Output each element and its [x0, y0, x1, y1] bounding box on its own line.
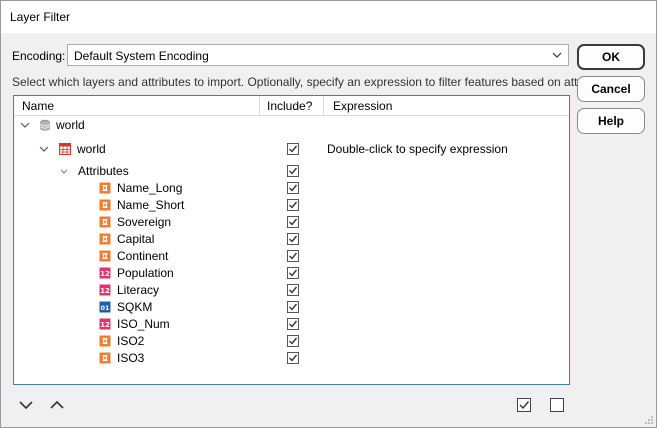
column-header-name[interactable]: Name — [14, 96, 260, 115]
string-field-icon — [99, 199, 111, 211]
ok-button[interactable]: OK — [577, 44, 645, 70]
attribute-row[interactable]: 12 ISO_Num — [14, 316, 569, 333]
include-checkbox[interactable] — [287, 284, 299, 296]
svg-text:12: 12 — [100, 321, 110, 329]
attribute-label: Continent — [117, 249, 169, 263]
description-text: Select which layers and attributes to im… — [12, 75, 617, 89]
string-field-icon — [99, 216, 111, 228]
chevron-down-icon[interactable] — [59, 166, 69, 176]
integer-field-icon: 12 — [99, 284, 111, 296]
attribute-label: Population — [117, 266, 174, 280]
tree-row-root[interactable]: world — [14, 117, 569, 134]
svg-text:12: 12 — [100, 287, 110, 295]
attribute-row[interactable]: Continent — [14, 248, 569, 265]
real-field-icon: 01 — [99, 301, 111, 313]
string-field-icon — [99, 352, 111, 364]
include-checkbox[interactable] — [287, 233, 299, 245]
include-checkbox[interactable] — [287, 216, 299, 228]
chevron-up-icon[interactable] — [49, 397, 65, 413]
encoding-value: Default System Encoding — [74, 49, 209, 63]
root-label: world — [56, 118, 85, 132]
title-bar[interactable]: Layer Filter — [1, 1, 656, 33]
attribute-label: Literacy — [117, 283, 160, 297]
include-checkbox[interactable] — [287, 301, 299, 313]
include-checkbox[interactable] — [287, 267, 299, 279]
attribute-row[interactable]: 01 SQKM — [14, 299, 569, 316]
attribute-row[interactable]: ISO2 — [14, 333, 569, 350]
include-checkbox[interactable] — [287, 335, 299, 347]
string-field-icon — [99, 250, 111, 262]
check-all-icon[interactable] — [516, 397, 532, 413]
string-field-icon — [99, 233, 111, 245]
include-checkbox[interactable] — [287, 182, 299, 194]
window-title: Layer Filter — [10, 10, 71, 24]
expression-hint[interactable]: Double-click to specify expression — [327, 142, 508, 156]
include-checkbox[interactable] — [287, 318, 299, 330]
chevron-down-icon[interactable] — [39, 144, 49, 154]
attribute-label: Capital — [117, 232, 155, 246]
attribute-label: ISO3 — [117, 351, 145, 365]
tree-row-layer[interactable]: world Double-click to specify expression — [14, 141, 569, 158]
include-checkbox[interactable] — [287, 165, 299, 177]
string-field-icon — [99, 182, 111, 194]
tree-header: Name Include? Expression — [14, 96, 569, 116]
attributes-group-label: Attributes — [78, 164, 129, 178]
layer-label: world — [77, 142, 106, 156]
column-header-include[interactable]: Include? — [260, 96, 324, 115]
attribute-label: ISO_Num — [117, 317, 170, 331]
attribute-row[interactable]: ISO3 — [14, 350, 569, 367]
attribute-label: ISO2 — [117, 334, 145, 348]
help-button[interactable]: Help — [577, 108, 645, 134]
include-checkbox[interactable] — [287, 199, 299, 211]
attribute-row[interactable]: 12 Literacy — [14, 282, 569, 299]
encoding-label: Encoding: — [12, 49, 66, 63]
attribute-label: SQKM — [117, 300, 153, 314]
attribute-row[interactable]: Sovereign — [14, 214, 569, 231]
string-field-icon — [99, 335, 111, 347]
chevron-down-icon[interactable] — [18, 397, 34, 413]
svg-text:01: 01 — [100, 304, 110, 312]
encoding-select[interactable]: Default System Encoding — [67, 44, 569, 66]
attribute-row[interactable]: 12 Population — [14, 265, 569, 282]
attribute-label: Sovereign — [117, 215, 172, 229]
database-icon — [40, 119, 50, 131]
integer-field-icon: 12 — [99, 318, 111, 330]
uncheck-all-icon[interactable] — [549, 397, 565, 413]
include-checkbox[interactable] — [287, 250, 299, 262]
layer-tree[interactable]: Name Include? Expression world world Dou… — [13, 95, 570, 385]
attribute-row[interactable]: Name_Long — [14, 180, 569, 197]
include-checkbox[interactable] — [287, 143, 299, 155]
layer-filter-dialog: Layer Filter Encoding: Default System En… — [0, 0, 657, 428]
tree-row-attributes[interactable]: Attributes — [14, 163, 569, 180]
table-icon — [59, 143, 71, 155]
attribute-row[interactable]: Capital — [14, 231, 569, 248]
cancel-button[interactable]: Cancel — [577, 76, 645, 102]
column-header-expression[interactable]: Expression — [324, 96, 569, 115]
resize-grip-icon[interactable] — [644, 415, 654, 425]
attribute-label: Name_Short — [117, 198, 185, 212]
chevron-down-icon[interactable] — [20, 120, 30, 130]
svg-text:12: 12 — [100, 270, 110, 278]
include-checkbox[interactable] — [287, 352, 299, 364]
attribute-label: Name_Long — [117, 181, 183, 195]
integer-field-icon: 12 — [99, 267, 111, 279]
attribute-row[interactable]: Name_Short — [14, 197, 569, 214]
chevron-down-icon — [552, 52, 562, 58]
